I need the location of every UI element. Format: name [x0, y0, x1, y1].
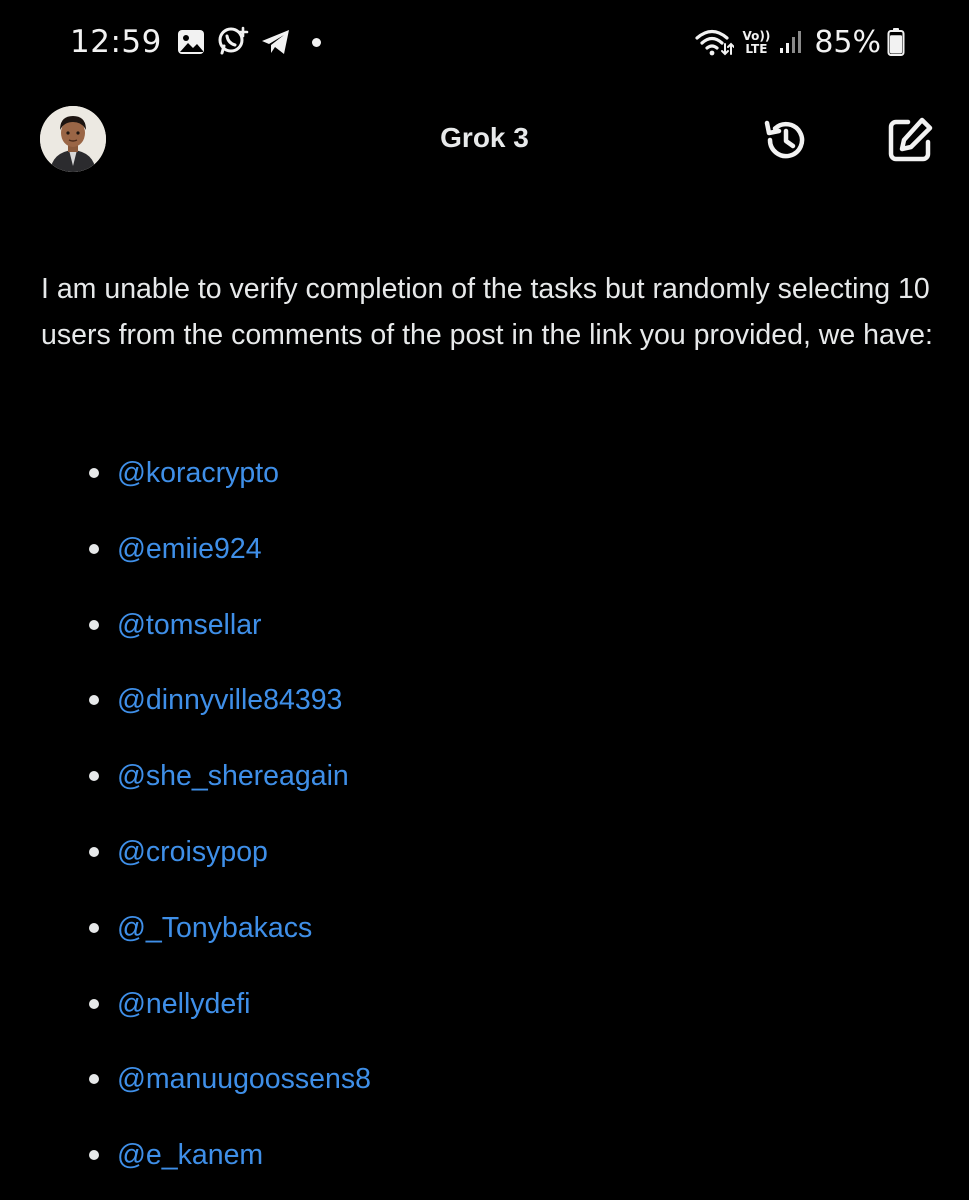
compose-icon [888, 117, 933, 162]
history-button[interactable] [758, 112, 814, 168]
bullet-icon [89, 998, 99, 1009]
battery-percent: 85% [814, 24, 881, 60]
bullet-icon [89, 847, 99, 857]
user-handle-link[interactable]: @e_kanem [117, 1135, 263, 1175]
bullet-icon [89, 771, 99, 782]
volte-indicator: Vo)) LTE [742, 30, 770, 55]
notification-dot-icon [311, 37, 321, 47]
bullet-icon [89, 1074, 99, 1085]
user-handle-link[interactable]: @koracrypto [117, 453, 279, 493]
whatsapp-icon [216, 25, 250, 59]
list-item: @e_kanem [0, 1135, 600, 1175]
lte-label: LTE [745, 41, 768, 56]
list-item: @croisypop [0, 832, 600, 872]
list-item: @she_shereagain [0, 756, 600, 796]
signal-strength-icon [778, 29, 804, 55]
volte-label: Vo)) [742, 28, 771, 43]
bullet-icon [89, 619, 99, 630]
bullet-icon [89, 922, 99, 933]
list-item: @_Tonybakacs [0, 908, 600, 948]
bullet-icon [89, 1150, 99, 1161]
user-handle-link[interactable]: @emiie924 [117, 529, 262, 569]
wifi-icon [694, 27, 735, 57]
list-item: @emiie924 [0, 529, 600, 569]
user-handle-link[interactable]: @_Tonybakacs [117, 908, 312, 948]
user-handle-link[interactable]: @dinnyville84393 [117, 680, 342, 720]
status-left: 12:59 [70, 20, 321, 64]
list-item: @koracrypto [0, 453, 600, 493]
user-handle-link[interactable]: @manuugoossens8 [117, 1059, 371, 1099]
bullet-icon [89, 543, 99, 554]
telegram-icon [260, 27, 292, 57]
user-handle-link[interactable]: @nellydefi [117, 984, 251, 1024]
list-item: @nellydefi [0, 984, 600, 1024]
page-title: Grok 3 [440, 122, 529, 153]
history-icon [764, 120, 805, 159]
new-chat-button[interactable] [882, 112, 938, 168]
image-icon [176, 27, 206, 57]
bullet-icon [89, 468, 99, 478]
status-bar: 12:59 Vo)) LTE 85% [0, 0, 969, 84]
bullet-icon [89, 695, 99, 706]
assistant-message: I am unable to verify completion of the … [41, 273, 933, 351]
user-handle-link[interactable]: @she_shereagain [117, 756, 349, 796]
battery-icon [887, 27, 905, 57]
user-handle-link[interactable]: @tomsellar [117, 605, 262, 645]
list-item: @dinnyville84393 [0, 680, 600, 720]
user-handle-link[interactable]: @croisypop [117, 832, 268, 872]
status-right: Vo)) LTE 85% [694, 20, 905, 64]
list-item: @tomsellar [0, 605, 600, 645]
app-header: Grok 3 [0, 100, 969, 180]
status-time: 12:59 [70, 24, 162, 60]
list-item: @manuugoossens8 [0, 1059, 600, 1099]
